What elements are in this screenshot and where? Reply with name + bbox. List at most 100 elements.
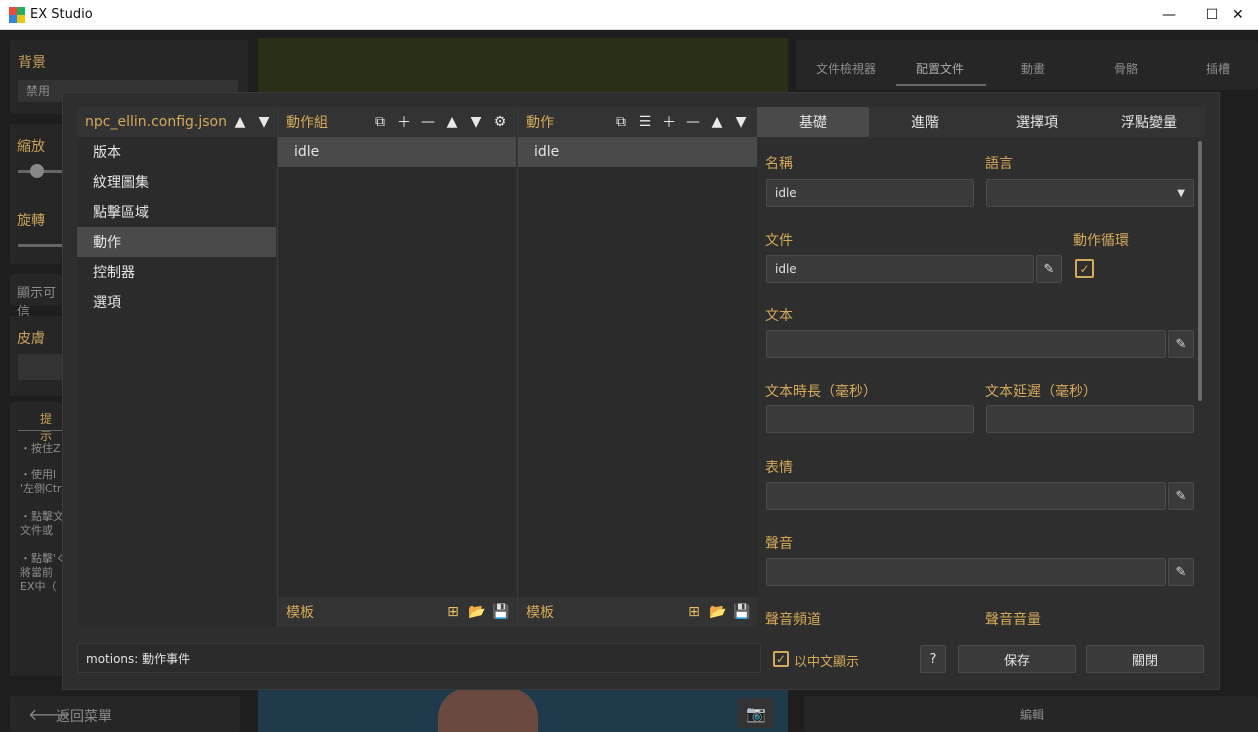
- copy-icon[interactable]: ⧉: [368, 114, 392, 130]
- motion-group-title: 動作組: [286, 115, 328, 131]
- motion-column: 動作 ⧉ ☰ ＋ — ▲ ▼ idle 模板 ⊞ 📂 💾: [517, 107, 758, 627]
- transform-panel: 縮放 旋轉: [10, 124, 62, 264]
- expression-input[interactable]: [766, 482, 1166, 510]
- move-up-icon[interactable]: ▲: [228, 114, 252, 130]
- close-window-button[interactable]: ✕: [1232, 0, 1258, 30]
- section-item[interactable]: 點擊區域: [77, 197, 276, 227]
- tab-slots[interactable]: 插槽: [1206, 60, 1230, 77]
- tab-float-vars[interactable]: 浮點變量: [1093, 107, 1205, 137]
- sound-label: 聲音: [765, 536, 793, 552]
- folder-icon[interactable]: 📂: [706, 604, 730, 620]
- edit-button[interactable]: 編輯: [804, 696, 1258, 732]
- section-item[interactable]: 選項: [77, 287, 276, 317]
- chinese-display-label: 以中文顯示: [794, 655, 860, 670]
- tab-config[interactable]: 配置文件: [916, 60, 964, 77]
- expression-edit-button[interactable]: ✎: [1168, 482, 1194, 510]
- sound-edit-button[interactable]: ✎: [1168, 558, 1194, 586]
- text-duration-label: 文本時長（毫秒）: [765, 384, 877, 400]
- save-icon[interactable]: 💾: [489, 604, 513, 620]
- motion-group-header: 動作組 ⧉ ＋ — ▲ ▼ ⚙: [278, 107, 516, 137]
- language-select[interactable]: ▼: [986, 179, 1194, 207]
- add-box-icon[interactable]: ⊞: [682, 604, 706, 620]
- remove-icon[interactable]: —: [416, 114, 440, 130]
- move-down-icon[interactable]: ▼: [464, 114, 488, 130]
- maximize-button[interactable]: ☐: [1189, 0, 1235, 30]
- property-tabs: 基礎 進階 選擇項 浮點變量: [757, 107, 1205, 137]
- file-input[interactable]: idle: [766, 255, 1034, 283]
- motion-template-label: 模板: [526, 605, 554, 621]
- close-button[interactable]: 關閉: [1086, 645, 1204, 673]
- file-header: npc_ellin.config.json ▲ ▼: [77, 107, 276, 137]
- back-menu-button[interactable]: 🡐 返回菜單: [10, 696, 240, 732]
- tip-2: ・使用l '左側Ctr: [20, 468, 62, 495]
- dropdown-arrow-icon: ▼: [1177, 187, 1185, 199]
- camera-icon[interactable]: 📷: [738, 698, 774, 728]
- tab-basic[interactable]: 基礎: [757, 107, 869, 137]
- save-icon[interactable]: 💾: [730, 604, 754, 620]
- help-button[interactable]: ?: [920, 645, 946, 673]
- tips-panel: 提示 ・按住Z ・使用l '左側Ctr ・點擊文 文件或 ・點擊'ぐ 將當前 E…: [10, 402, 67, 676]
- move-up-icon[interactable]: ▲: [705, 114, 729, 130]
- name-label: 名稱: [765, 156, 793, 172]
- text-duration-input[interactable]: [766, 405, 974, 433]
- zoom-label: 縮放: [17, 139, 45, 155]
- gear-icon[interactable]: ⚙: [488, 114, 512, 130]
- back-menu-label: 返回菜單: [56, 709, 112, 725]
- right-tabs: 文件檢視器 配置文件 動畫 骨骼 插槽: [796, 40, 1258, 90]
- visible-panel: 顯示可信: [10, 274, 62, 320]
- file-edit-button[interactable]: ✎: [1036, 255, 1062, 283]
- section-item[interactable]: 紋理圖集: [77, 167, 276, 197]
- skin-select[interactable]: [18, 354, 62, 380]
- skin-label: 皮膚: [17, 331, 45, 347]
- move-down-icon[interactable]: ▼: [252, 114, 276, 130]
- tab-file-viewer[interactable]: 文件檢視器: [816, 60, 876, 77]
- save-button[interactable]: 保存: [958, 645, 1076, 673]
- add-icon[interactable]: ＋: [392, 112, 416, 132]
- motion-item[interactable]: idle: [518, 137, 757, 167]
- loop-label: 動作循環: [1073, 233, 1129, 249]
- sound-input[interactable]: [766, 558, 1166, 586]
- loop-checkbox[interactable]: ✓: [1075, 259, 1094, 278]
- text-input[interactable]: [766, 330, 1166, 358]
- tab-options[interactable]: 選擇項: [981, 107, 1093, 137]
- pencil-icon: ✎: [1175, 564, 1187, 580]
- chinese-display-checkbox[interactable]: ✓: [773, 651, 789, 667]
- zoom-slider-handle[interactable]: [30, 164, 44, 178]
- section-item[interactable]: 版本: [77, 137, 276, 167]
- motion-group-item[interactable]: idle: [278, 137, 516, 167]
- add-icon[interactable]: ＋: [657, 112, 681, 132]
- minimize-button[interactable]: —: [1146, 0, 1192, 30]
- text-delay-input[interactable]: [986, 405, 1194, 433]
- move-up-icon[interactable]: ▲: [440, 114, 464, 130]
- status-bar: motions: 動作事件: [77, 643, 761, 673]
- insert-icon[interactable]: ☰: [633, 114, 657, 130]
- file-section-column: npc_ellin.config.json ▲ ▼ 版本 紋理圖集 點擊區域 動…: [77, 107, 276, 627]
- property-scrollbar[interactable]: [1198, 141, 1202, 401]
- tip-1: ・按住Z: [20, 442, 61, 455]
- copy-icon[interactable]: ⧉: [609, 114, 633, 130]
- tip-3: ・點擊文 文件或: [20, 510, 64, 537]
- properties-column: 基礎 進階 選擇項 浮點變量 名稱 語言 idle ▼ 文件 動作循環 idle…: [757, 107, 1205, 628]
- name-input[interactable]: idle: [766, 179, 974, 207]
- rotate-label: 旋轉: [17, 213, 45, 229]
- tab-bones[interactable]: 骨骼: [1114, 60, 1138, 77]
- rotate-slider[interactable]: [18, 244, 62, 247]
- tip-4: ・點擊'ぐ 將當前 EX中（: [20, 552, 68, 593]
- pencil-icon: ✎: [1043, 261, 1055, 277]
- add-box-icon[interactable]: ⊞: [441, 604, 465, 620]
- move-down-icon[interactable]: ▼: [729, 114, 753, 130]
- text-edit-button[interactable]: ✎: [1168, 330, 1194, 358]
- tab-animation[interactable]: 動畫: [1021, 60, 1045, 77]
- remove-icon[interactable]: —: [681, 114, 705, 130]
- pencil-icon: ✎: [1175, 488, 1187, 504]
- motion-title: 動作: [526, 115, 554, 131]
- sound-channel-label: 聲音頻道: [765, 612, 821, 628]
- visible-label: 顯示可信: [17, 286, 57, 320]
- folder-icon[interactable]: 📂: [465, 604, 489, 620]
- section-item-selected[interactable]: 動作: [77, 227, 276, 257]
- motion-group-column: 動作組 ⧉ ＋ — ▲ ▼ ⚙ idle 模板 ⊞ 📂 💾: [277, 107, 517, 627]
- tab-config-underline: [896, 84, 986, 86]
- skin-panel: 皮膚: [10, 316, 62, 396]
- section-item[interactable]: 控制器: [77, 257, 276, 287]
- tab-advanced[interactable]: 進階: [869, 107, 981, 137]
